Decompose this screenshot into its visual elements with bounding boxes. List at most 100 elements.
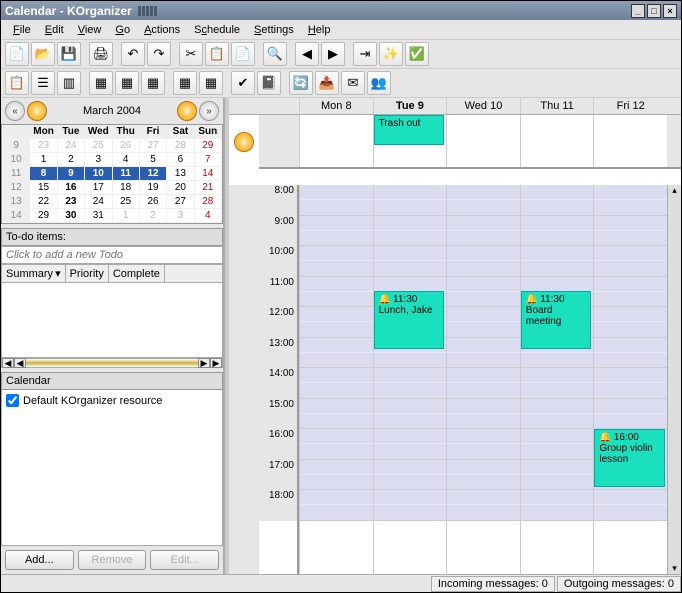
- minical-day[interactable]: 4: [112, 153, 139, 167]
- minimize-button[interactable]: _: [631, 4, 645, 18]
- new-icon[interactable]: 📄: [5, 42, 29, 66]
- minical-day[interactable]: 2: [57, 153, 84, 167]
- save-icon[interactable]: 💾: [57, 42, 81, 66]
- calendar-event[interactable]: 🔔11:30Board meeting: [521, 291, 592, 349]
- minical-day[interactable]: 15: [30, 181, 57, 195]
- minical-day[interactable]: 14: [194, 167, 221, 181]
- menu-file[interactable]: File: [7, 22, 37, 38]
- day-column[interactable]: 🔔16:00Group violin lesson: [593, 185, 667, 574]
- prev-year-button[interactable]: «: [5, 101, 25, 121]
- day-column[interactable]: [299, 185, 373, 574]
- todo-list[interactable]: [1, 283, 223, 358]
- workweek-view-icon[interactable]: ▦: [115, 71, 139, 95]
- todo-input[interactable]: [1, 246, 223, 264]
- remove-button[interactable]: Remove: [78, 550, 147, 570]
- mail-icon[interactable]: ✉: [341, 71, 365, 95]
- forward-icon[interactable]: ▶: [321, 42, 345, 66]
- minical-day[interactable]: 6: [167, 153, 194, 167]
- refresh-icon[interactable]: 🔄: [289, 71, 313, 95]
- copy-icon[interactable]: 📋: [205, 42, 229, 66]
- minical-day[interactable]: 31: [85, 209, 112, 223]
- day-header[interactable]: Fri 12: [593, 98, 667, 114]
- allday-prev-button[interactable]: ‹: [234, 132, 254, 152]
- print-icon[interactable]: 🖨: [89, 42, 113, 66]
- undo-icon[interactable]: ↶: [121, 42, 145, 66]
- allday-cell[interactable]: [520, 115, 594, 167]
- publish-icon[interactable]: 📤: [315, 71, 339, 95]
- scroll-down-icon[interactable]: ▾: [668, 563, 681, 574]
- minical-day[interactable]: 12: [139, 167, 166, 181]
- cut-icon[interactable]: ✂: [179, 42, 203, 66]
- month-view-icon[interactable]: ▦: [199, 71, 223, 95]
- minical-day[interactable]: 5: [139, 153, 166, 167]
- close-button[interactable]: ×: [663, 4, 677, 18]
- minical-day[interactable]: 23: [57, 195, 84, 209]
- minical-day[interactable]: 9: [57, 167, 84, 181]
- day-header[interactable]: Tue 9: [373, 98, 447, 114]
- redo-icon[interactable]: ↷: [147, 42, 171, 66]
- horizontal-splitter[interactable]: ◀ ◀ ▶ ▶: [1, 358, 223, 368]
- allday-cell[interactable]: [299, 115, 373, 167]
- col-priority[interactable]: Priority: [66, 265, 109, 282]
- minical-day[interactable]: 20: [167, 181, 194, 195]
- find-icon[interactable]: 🔍: [263, 42, 287, 66]
- allday-cell[interactable]: [593, 115, 667, 167]
- scrollbar[interactable]: ▴ ▾: [667, 185, 681, 574]
- minical-day[interactable]: 22: [30, 195, 57, 209]
- menu-actions[interactable]: Actions: [138, 22, 186, 38]
- minical-day[interactable]: 2: [139, 209, 166, 223]
- resource-checkbox[interactable]: [6, 394, 19, 407]
- minical-day[interactable]: 17: [85, 181, 112, 195]
- calendar-event[interactable]: 🔔16:00Group violin lesson: [594, 429, 665, 487]
- minical-day[interactable]: 25: [85, 139, 112, 153]
- minical-day[interactable]: 26: [139, 195, 166, 209]
- menu-edit[interactable]: Edit: [39, 22, 70, 38]
- minical-day[interactable]: 23: [30, 139, 57, 153]
- scroll-right2-icon[interactable]: ▶: [210, 358, 222, 368]
- minical-day[interactable]: 7: [194, 153, 221, 167]
- day-header[interactable]: Thu 11: [520, 98, 594, 114]
- minical-day[interactable]: 28: [194, 195, 221, 209]
- journal-view-icon[interactable]: 📓: [257, 71, 281, 95]
- day-column[interactable]: 🔔11:30Lunch, Jake: [373, 185, 447, 574]
- minical-day[interactable]: 4: [194, 209, 221, 223]
- menu-settings[interactable]: Settings: [248, 22, 300, 38]
- col-summary[interactable]: Summary ▾: [2, 265, 66, 282]
- 3day-view-icon[interactable]: ▦: [89, 71, 113, 95]
- day-column[interactable]: 🔔11:30Board meeting: [520, 185, 594, 574]
- prev-month-button[interactable]: ‹: [27, 101, 47, 121]
- minical-day[interactable]: 8: [30, 167, 57, 181]
- minical-day[interactable]: 1: [30, 153, 57, 167]
- goto-icon[interactable]: ⇥: [353, 42, 377, 66]
- list-view-icon[interactable]: ☰: [31, 71, 55, 95]
- minical-day[interactable]: 24: [57, 139, 84, 153]
- minical-day[interactable]: 10: [85, 167, 112, 181]
- scroll-left2-icon[interactable]: ◀: [14, 358, 26, 368]
- menu-view[interactable]: View: [72, 22, 108, 38]
- maximize-button[interactable]: □: [647, 4, 661, 18]
- day-header[interactable]: Wed 10: [446, 98, 520, 114]
- day-header[interactable]: Mon 8: [299, 98, 373, 114]
- new-event-icon[interactable]: ✨: [379, 42, 403, 66]
- minical-day[interactable]: 26: [112, 139, 139, 153]
- minical-day[interactable]: 3: [167, 209, 194, 223]
- minical-day[interactable]: 27: [139, 139, 166, 153]
- scroll-left-icon[interactable]: ◀: [2, 358, 14, 368]
- menu-schedule[interactable]: Schedule: [188, 22, 246, 38]
- back-icon[interactable]: ◀: [295, 42, 319, 66]
- week-view-icon[interactable]: ▦: [141, 71, 165, 95]
- edit-button[interactable]: Edit...: [150, 550, 219, 570]
- whatsnext-view-icon[interactable]: 📋: [5, 71, 29, 95]
- minical-day[interactable]: 24: [85, 195, 112, 209]
- scroll-up-icon[interactable]: ▴: [668, 185, 681, 196]
- calendar-resource-list[interactable]: Default KOrganizer resource: [1, 390, 223, 546]
- allday-cell[interactable]: Trash out: [373, 115, 447, 167]
- minical-day[interactable]: 1: [112, 209, 139, 223]
- minical-day[interactable]: 28: [167, 139, 194, 153]
- minical-day[interactable]: 29: [30, 209, 57, 223]
- minical-day[interactable]: 3: [85, 153, 112, 167]
- allday-event[interactable]: Trash out: [374, 115, 445, 145]
- minical-day[interactable]: 13: [167, 167, 194, 181]
- minical-day[interactable]: 30: [57, 209, 84, 223]
- addressbook-icon[interactable]: 👥: [367, 71, 391, 95]
